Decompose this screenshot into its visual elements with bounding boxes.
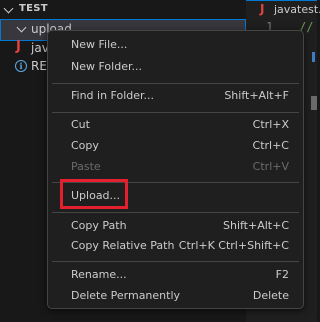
- upload-highlight-box: [60, 179, 128, 209]
- editor-gutter-marker: [312, 52, 315, 62]
- menu-item-copy-relative-path[interactable]: Copy Relative Path Ctrl+K Ctrl+Shift+C: [52, 235, 299, 257]
- menu-item-label: New Folder...: [71, 60, 142, 73]
- menu-item-new-file[interactable]: New File...: [52, 34, 299, 56]
- tab-label: javatest.ja: [274, 3, 320, 16]
- info-icon: i: [15, 60, 27, 72]
- menu-item-cut[interactable]: Cut Ctrl+X: [52, 114, 299, 136]
- menu-item-shortcut: Ctrl+C: [252, 139, 289, 152]
- menu-item-shortcut: Shift+Alt+C: [222, 219, 289, 232]
- menu-item-delete-permanently[interactable]: Delete Permanently Delete: [52, 285, 299, 307]
- menu-item-shortcut: Ctrl+K Ctrl+Shift+C: [178, 239, 289, 252]
- menu-separator: [52, 112, 299, 113]
- menu-item-copy[interactable]: Copy Ctrl+C: [52, 135, 299, 157]
- menu-item-label: Cut: [71, 118, 90, 131]
- menu-item-shortcut: Ctrl+V: [252, 160, 289, 173]
- menu-item-label: Copy Path: [71, 219, 127, 232]
- menu-item-label: Paste: [71, 160, 101, 173]
- menu-item-find-in-folder[interactable]: Find in Folder... Shift+Alt+F: [52, 85, 299, 107]
- menu-item-shortcut: Delete: [252, 289, 289, 302]
- menu-separator: [52, 212, 299, 213]
- menu-item-shortcut: Shift+Alt+F: [224, 89, 289, 102]
- explorer-section-header[interactable]: TEST: [0, 0, 246, 20]
- chevron-down-icon: [16, 22, 27, 33]
- menu-item-paste: Paste Ctrl+V: [52, 156, 299, 178]
- chevron-down-icon: [3, 3, 14, 14]
- menu-separator: [52, 261, 299, 262]
- java-file-icon: J: [16, 39, 21, 54]
- menu-item-label: New File...: [71, 38, 128, 51]
- menu-item-label: Find in Folder...: [71, 89, 155, 102]
- menu-item-shortcut: F2: [275, 268, 289, 281]
- menu-item-label: Copy Relative Path: [71, 239, 175, 252]
- menu-item-label: Copy: [71, 139, 99, 152]
- scrollbar-thumb[interactable]: [311, 96, 317, 110]
- menu-item-new-folder[interactable]: New Folder...: [52, 56, 299, 78]
- editor-tab[interactable]: J javatest.ja: [246, 0, 320, 21]
- menu-separator: [52, 83, 299, 84]
- section-title: TEST: [19, 3, 48, 14]
- java-file-icon: J: [260, 2, 265, 16]
- menu-item-shortcut: Ctrl+X: [252, 118, 289, 131]
- menu-item-label: Rename...: [71, 268, 127, 281]
- menu-item-copy-path[interactable]: Copy Path Shift+Alt+C: [52, 215, 299, 237]
- menu-item-label: Delete Permanently: [71, 289, 181, 302]
- menu-item-rename[interactable]: Rename... F2: [52, 264, 299, 286]
- context-menu: New File... New Folder... Find in Folder…: [47, 30, 304, 309]
